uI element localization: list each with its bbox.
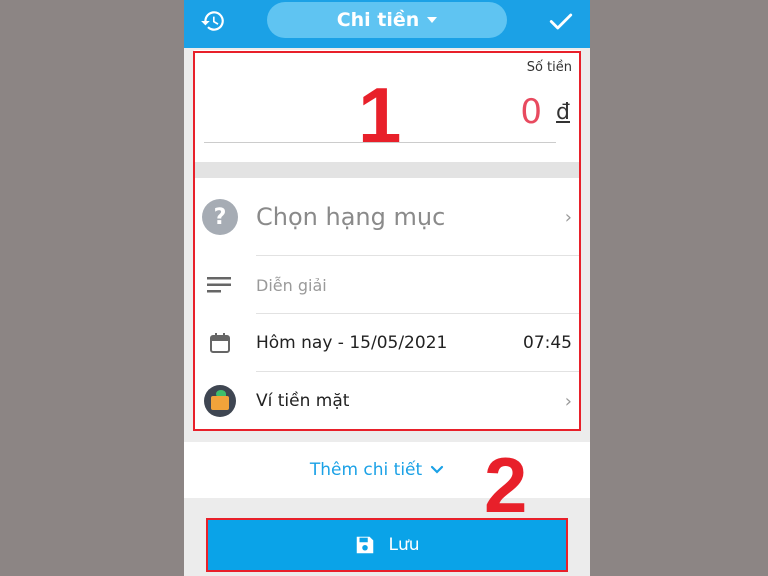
wallet-row[interactable]: Ví tiền mặt › [194, 372, 580, 430]
notes-icon [207, 277, 231, 293]
amount-value[interactable]: 0 [520, 92, 542, 132]
details-section: ? Chọn hạng mục › Diễn giải Hôm nay - 15… [194, 178, 580, 430]
date-icon-slot [202, 325, 238, 361]
chevron-right-icon: › [564, 206, 572, 228]
note-placeholder: Diễn giải [256, 275, 327, 295]
date-row[interactable]: Hôm nay - 15/05/2021 07:45 [194, 314, 580, 372]
more-details-section: Thêm chi tiết [184, 442, 590, 498]
note-row[interactable]: Diễn giải [194, 256, 580, 314]
chevron-right-icon: › [564, 390, 572, 412]
category-icon-slot: ? [202, 199, 238, 235]
annotation-number-2: 2 [484, 441, 528, 529]
page-title: Chi tiền [336, 9, 420, 31]
history-icon [201, 11, 224, 31]
question-mark-icon: ? [202, 199, 238, 235]
wallet-icon-slot [202, 383, 238, 419]
amount-label: Số tiền [526, 60, 572, 75]
date-value: Hôm nay - 15/05/2021 [256, 333, 448, 353]
annotation-number-1: 1 [358, 71, 402, 159]
app-header: Chi tiền [184, 0, 590, 48]
wallet-icon [204, 385, 236, 417]
more-details-label: Thêm chi tiết [309, 460, 423, 480]
floppy-disk-icon [357, 536, 374, 554]
confirm-button[interactable] [546, 6, 576, 36]
history-button[interactable] [198, 6, 228, 36]
currency-symbol: đ [556, 100, 570, 125]
category-row[interactable]: ? Chọn hạng mục › [194, 178, 580, 256]
wallet-name: Ví tiền mặt [256, 391, 350, 411]
time-value[interactable]: 07:45 [523, 333, 572, 353]
more-details-button[interactable]: Thêm chi tiết [310, 460, 444, 480]
category-placeholder: Chọn hạng mục [256, 203, 446, 231]
chevron-down-icon [431, 465, 444, 474]
calendar-icon [210, 333, 230, 353]
section-divider [194, 162, 580, 178]
caret-down-icon [427, 17, 438, 23]
check-icon [549, 13, 573, 30]
note-icon-slot [202, 267, 238, 303]
save-label: Lưu [388, 535, 420, 555]
transaction-type-dropdown[interactable]: Chi tiền [267, 2, 507, 38]
